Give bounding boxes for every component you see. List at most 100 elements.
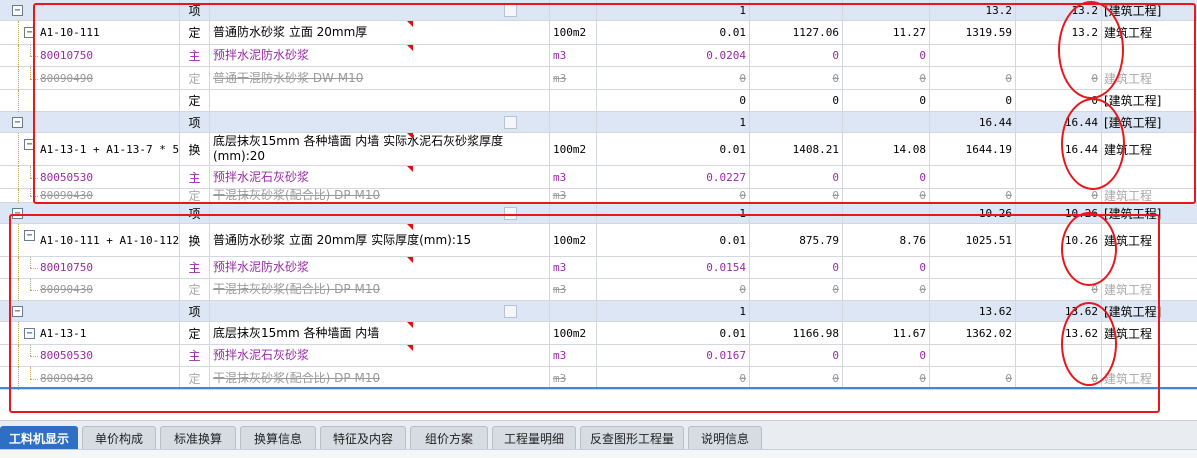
minus-box-icon[interactable]: − (12, 306, 23, 317)
checkbox-icon[interactable] (503, 3, 517, 17)
checkbox-icon[interactable] (503, 206, 517, 220)
unit-cell-text: m3 (553, 71, 567, 85)
type-cell-text: 换 (188, 233, 201, 248)
amount-cell-text: 11.27 (892, 26, 926, 39)
unit-price-cell-text: 0 (832, 261, 839, 274)
minus-box-icon[interactable]: − (24, 328, 35, 339)
red-corner-marker-icon (407, 133, 413, 139)
group-row[interactable]: 项 1 13.2 13.2 [建筑工程] − (0, 0, 1197, 21)
material-row[interactable]: 80050530 主预拌水泥石灰砂浆 m3 0.0227 0 0 (0, 166, 1197, 189)
quota-row[interactable]: A1-13-1 定底层抹灰15mm 各种墙面 内墙 100m2 0.01 1166.98… (0, 322, 1197, 345)
discipline-cell-text: [建筑工程] (1104, 3, 1162, 18)
material-row[interactable]: 80010750 主预拌水泥防水砂浆 m3 0.0204 0 0 (0, 45, 1197, 67)
quantity-cell: 0.0227 (597, 166, 750, 188)
tab-4[interactable]: 特征及内容 (320, 426, 406, 450)
checkbox-cell[interactable] (495, 112, 525, 132)
unit-cell-text: m3 (553, 49, 567, 62)
quota-row[interactable]: A1-10-111 定普通防水砂浆 立面 20mm厚 100m2 0.01 1127.0… (0, 21, 1197, 45)
code-cell-text: 80090430 (40, 371, 93, 385)
unit-cell: 100m2 (550, 133, 597, 165)
tab-8[interactable]: 说明信息 (688, 426, 762, 450)
group-row[interactable]: 项 1 16.44 16.44 [建筑工程] − (0, 112, 1197, 133)
material-row[interactable]: 80090430 定干混抹灰砂浆(配合比) DP M10 m3 0 0 0 0 建筑工程 (0, 279, 1197, 301)
checkbox-cell[interactable] (495, 301, 525, 321)
unit-price-cell: 0 (750, 345, 843, 366)
quantity-cell: 1 (597, 0, 750, 20)
material-row[interactable]: 80090490 定普通干混防水砂浆 DW M10 m3 0 0 0 0 0 建筑工程 (0, 67, 1197, 90)
composite-total-cell-text: 13.2 (1071, 26, 1099, 39)
composite-total-cell-text: 16.44 (1064, 142, 1098, 156)
composite-total-cell (1016, 345, 1102, 366)
type-cell: 主 (180, 45, 210, 66)
quota-row[interactable]: 定 0 0 0 0 0 [建筑工程] (0, 90, 1197, 112)
unit-cell-text: 100m2 (553, 26, 587, 39)
quantity-cell: 0.01 (597, 322, 750, 344)
checkbox-icon[interactable] (503, 115, 517, 129)
material-row[interactable]: 80010750 主预拌水泥防水砂浆 m3 0.0154 0 0 (0, 257, 1197, 279)
tab-5[interactable]: 组价方案 (410, 426, 488, 450)
tab-3[interactable]: 换算信息 (240, 426, 316, 450)
composite-total-cell (1016, 257, 1102, 278)
amount-cell: 11.27 (843, 21, 930, 44)
tree-line (18, 90, 19, 112)
checkbox-cell[interactable] (495, 0, 525, 20)
tab-0[interactable]: 工料机显示 (0, 426, 78, 450)
composite-total-cell: 13.62 (1016, 322, 1102, 344)
red-corner-marker-icon (407, 257, 413, 263)
name-cell-text: 干混抹灰砂浆(配合比) DP M10 (213, 189, 381, 202)
discipline-cell: 建筑工程 (1102, 322, 1197, 344)
material-row[interactable]: 80090430 定干混抹灰砂浆(配合比) DP M10 m3 0 0 0 0 0 建筑工程 (0, 189, 1197, 203)
composite-price-cell-text: 1319.59 (965, 26, 1012, 39)
unit-price-cell-text: 1408.21 (792, 142, 839, 156)
minus-box-icon[interactable]: − (24, 139, 35, 150)
discipline-cell-text: [建筑工程] (1104, 206, 1162, 221)
composite-total-cell: 10.26 (1016, 224, 1102, 256)
code-cell: 80090430 (0, 189, 180, 202)
tab-6[interactable]: 工程量明细 (492, 426, 576, 450)
amount-cell-text: 0 (919, 94, 926, 107)
discipline-cell: 建筑工程 (1102, 133, 1197, 165)
name-cell-text: 预拌水泥石灰砂浆 (213, 169, 310, 184)
composite-total-cell: 10.26 (1016, 203, 1102, 223)
discipline-cell-text: [建筑工程] (1104, 304, 1162, 319)
discipline-cell-text: 建筑工程 (1104, 26, 1153, 40)
material-row[interactable]: 80050530 主预拌水泥石灰砂浆 m3 0.0167 0 0 (0, 345, 1197, 367)
unit-price-cell-text: 0 (832, 283, 839, 296)
checkbox-icon[interactable] (503, 304, 517, 318)
tab-2[interactable]: 标准换算 (160, 426, 236, 450)
name-cell-text: 底层抹灰15mm 各种墙面 内墙 (213, 325, 380, 340)
quota-row[interactable]: A1-13-1 + A1-13-7 * 5 换底层抹灰15mm 各种墙面 内墙 实… (0, 133, 1197, 166)
type-cell-text: 主 (188, 170, 201, 185)
type-cell-text: 项 (188, 304, 201, 319)
minus-box-icon[interactable]: − (12, 5, 23, 16)
unit-cell-text: 100m2 (553, 326, 587, 340)
composite-price-cell (930, 345, 1016, 366)
group-row[interactable]: 项 1 10.26 10.26 [建筑工程] − (0, 203, 1197, 224)
tab-1[interactable]: 单价构成 (82, 426, 156, 450)
quantity-cell-text: 1 (739, 206, 746, 220)
discipline-cell: [建筑工程] (1102, 0, 1197, 20)
minus-box-icon[interactable]: − (12, 208, 23, 219)
minus-box-icon[interactable]: − (24, 27, 35, 38)
amount-cell-text: 0 (919, 49, 926, 62)
tree-line (30, 196, 38, 197)
minus-box-icon[interactable]: − (24, 230, 35, 241)
tab-7[interactable]: 反查图形工程量 (580, 426, 684, 450)
discipline-cell-text: 建筑工程 (1104, 233, 1153, 248)
name-cell: 干混抹灰砂浆(配合比) DP M10 (210, 367, 550, 389)
composite-price-cell-text: 0 (1005, 94, 1012, 107)
composite-price-cell: 1362.02 (930, 322, 1016, 344)
red-corner-marker-icon (407, 45, 413, 51)
quantity-cell: 0 (597, 67, 750, 89)
checkbox-cell[interactable] (495, 203, 525, 223)
unit-cell-text: m3 (553, 261, 567, 274)
quota-grid[interactable]: 项 1 13.2 13.2 [建筑工程] − A1-10-111 定普通防水砂浆 立面 20m… (0, 0, 1197, 412)
tree-line (30, 268, 38, 269)
group-row[interactable]: 项 1 13.62 13.62 [建筑工程] − (0, 301, 1197, 322)
minus-box-icon[interactable]: − (12, 117, 23, 128)
code-cell-text: A1-10-111 (40, 26, 100, 39)
composite-total-cell-text: 13.2 (1071, 3, 1099, 17)
quota-row[interactable]: A1-10-111 + A1-10-112 * -1 换普通防水砂浆 立面 20m… (0, 224, 1197, 257)
discipline-cell: [建筑工程] (1102, 90, 1197, 111)
type-cell-text: 项 (188, 3, 201, 18)
